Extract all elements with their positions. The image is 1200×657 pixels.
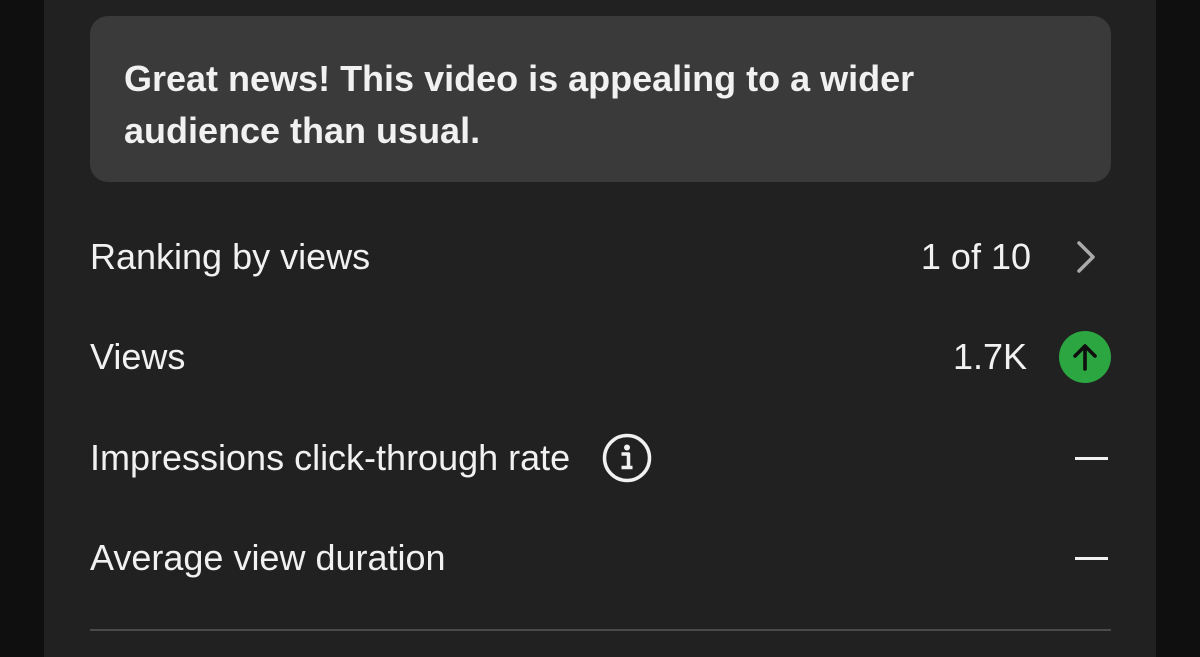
ranking-value: 1 of 10 (920, 236, 1031, 277)
ctr-row: Impressions click-through rate (90, 428, 1111, 488)
avd-label: Average view duration (90, 537, 446, 578)
avd-value (1075, 556, 1108, 560)
ranking-by-views-row[interactable]: Ranking by views 1 of 10 (90, 227, 1111, 287)
analytics-panel: Great news! This video is appealing to a… (44, 0, 1156, 657)
ranking-label: Ranking by views (90, 236, 371, 277)
views-label: Views (90, 336, 186, 377)
chevron-right-icon[interactable] (1069, 240, 1103, 274)
ctr-value (1075, 456, 1108, 460)
avd-row: Average view duration (90, 528, 1111, 588)
insight-banner: Great news! This video is appealing to a… (90, 16, 1111, 182)
views-row: Views 1.7K (90, 327, 1111, 387)
arrow-up-icon (1059, 331, 1111, 383)
ctr-label: Impressions click-through rate (90, 437, 571, 478)
info-icon[interactable] (602, 433, 652, 483)
section-divider (90, 629, 1111, 631)
insight-message: Great news! This video is appealing to a… (124, 58, 915, 151)
views-value: 1.7K (952, 336, 1027, 377)
